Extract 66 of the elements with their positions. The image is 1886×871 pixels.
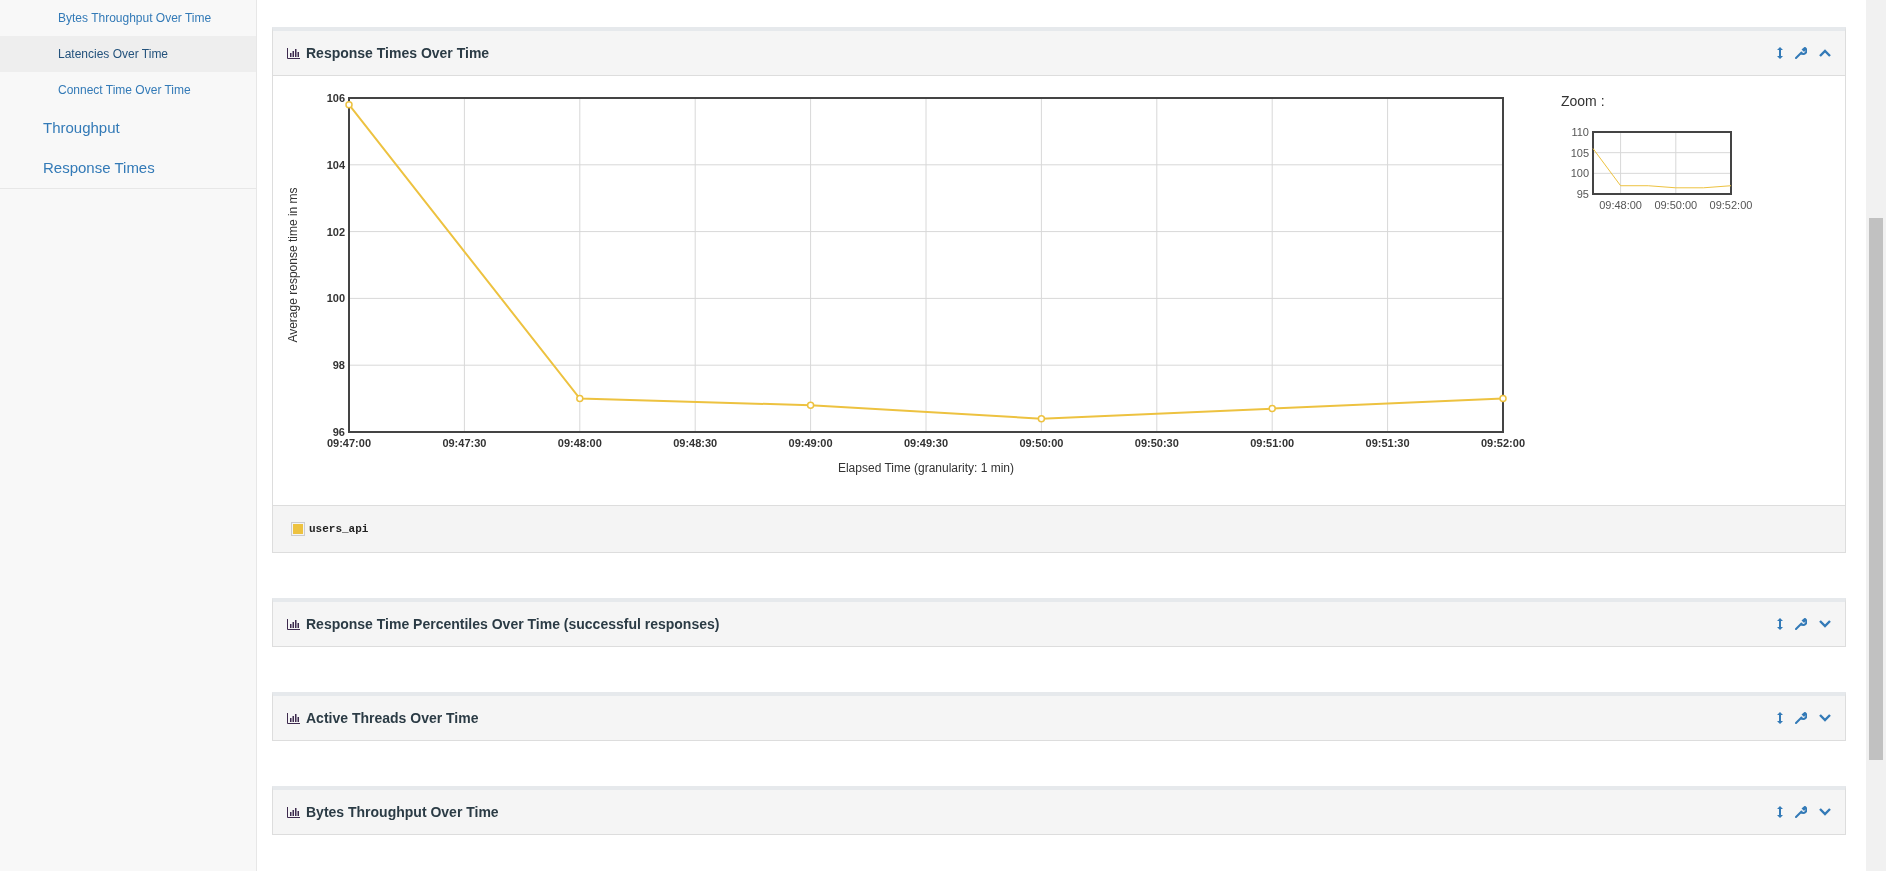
- x-tick-label: 09:50:00: [1654, 199, 1698, 211]
- vertical-resize-icon[interactable]: [1777, 712, 1783, 724]
- wrench-icon[interactable]: [1795, 618, 1807, 630]
- y-tick-label: 110: [1571, 126, 1589, 138]
- data-point: [1499, 394, 1507, 403]
- sidebar-link[interactable]: Response Times: [0, 148, 256, 188]
- vertical-resize-icon[interactable]: [1777, 806, 1783, 818]
- data-point: [1268, 404, 1276, 413]
- chevron-down-icon[interactable]: [1819, 808, 1831, 816]
- data-point: [806, 401, 815, 410]
- scrollbar-thumb[interactable]: [1869, 218, 1883, 760]
- bar-chart-icon: [287, 47, 300, 59]
- x-tick-label: 09:48:00: [557, 437, 602, 449]
- chevron-up-icon[interactable]: [1819, 49, 1831, 57]
- chevron-down-icon[interactable]: [1819, 714, 1831, 722]
- vertical-resize-icon[interactable]: [1777, 618, 1783, 630]
- x-tick-label: 09:51:00: [1250, 437, 1295, 449]
- panel-title: Response Times Over Time: [306, 43, 490, 63]
- panel-header[interactable]: Response Times Over Time: [273, 31, 1845, 75]
- y-tick-label: 95: [1576, 188, 1589, 200]
- zoom-label: Zoom :: [1561, 92, 1605, 111]
- panel-header[interactable]: Response Time Percentiles Over Time (successful responses): [273, 602, 1845, 646]
- legend-label: users_api: [309, 521, 369, 537]
- sidebar-link[interactable]: Latencies Over Time: [0, 36, 256, 72]
- sidebar-link[interactable]: Connect Time Over Time: [0, 72, 256, 108]
- x-tick-label: 09:50:30: [1134, 437, 1179, 449]
- x-tick-label: 09:52:00: [1481, 437, 1525, 449]
- y-tick-label: 100: [1570, 167, 1589, 180]
- x-tick-label: 09:52:00: [1709, 199, 1753, 211]
- x-tick-label: 09:49:00: [788, 437, 833, 449]
- wrench-icon[interactable]: [1795, 806, 1807, 818]
- y-axis-title: Average response time in ms: [286, 187, 300, 343]
- y-tick-label: 106: [326, 92, 345, 104]
- panel-title: Active Threads Over Time: [306, 708, 479, 728]
- y-tick-label: 105: [1570, 146, 1589, 159]
- vertical-resize-icon[interactable]: [1777, 47, 1783, 59]
- sidebar-link[interactable]: Bytes Throughput Over Time: [0, 0, 256, 36]
- data-point: [1037, 414, 1046, 423]
- zoom-overview-chart[interactable]: 95 100 105 110 09:48:00 09:50:00 09:52:00: [1561, 119, 1761, 219]
- x-tick-label: 09:47:00: [327, 437, 371, 449]
- x-tick-label: 09:51:30: [1365, 437, 1410, 449]
- wrench-icon[interactable]: [1795, 47, 1807, 59]
- y-tick-label: 104: [326, 158, 345, 171]
- y-tick-label: 100: [326, 292, 345, 305]
- y-tick-label: 96: [332, 426, 345, 438]
- bar-chart-icon: [287, 618, 300, 630]
- x-tick-label: 09:48:30: [673, 437, 718, 449]
- x-axis-title: Elapsed Time (granularity: 1 min): [837, 461, 1015, 475]
- data-point: [576, 394, 584, 403]
- y-tick-label: 98: [332, 359, 345, 372]
- panel-header[interactable]: Bytes Throughput Over Time: [273, 790, 1845, 834]
- x-tick-label: 09:49:30: [904, 437, 948, 449]
- sidebar-link[interactable]: Throughput: [0, 108, 256, 148]
- chevron-down-icon[interactable]: [1819, 620, 1831, 628]
- bar-chart-icon: [287, 806, 300, 818]
- x-tick-label: 09:50:00: [1019, 437, 1064, 449]
- x-tick-label: 09:48:00: [1599, 199, 1642, 211]
- data-point: [345, 100, 353, 109]
- panel-title: Bytes Throughput Over Time: [306, 802, 499, 822]
- panel-header[interactable]: Active Threads Over Time: [273, 696, 1845, 740]
- bar-chart-icon: [287, 712, 300, 724]
- y-tick-label: 102: [326, 225, 345, 238]
- panel-title: Response Time Percentiles Over Time (successful responses): [306, 614, 720, 634]
- x-tick-label: 09:47:30: [442, 437, 487, 449]
- scrollbar-track[interactable]: [1866, 0, 1886, 871]
- wrench-icon[interactable]: [1795, 712, 1807, 724]
